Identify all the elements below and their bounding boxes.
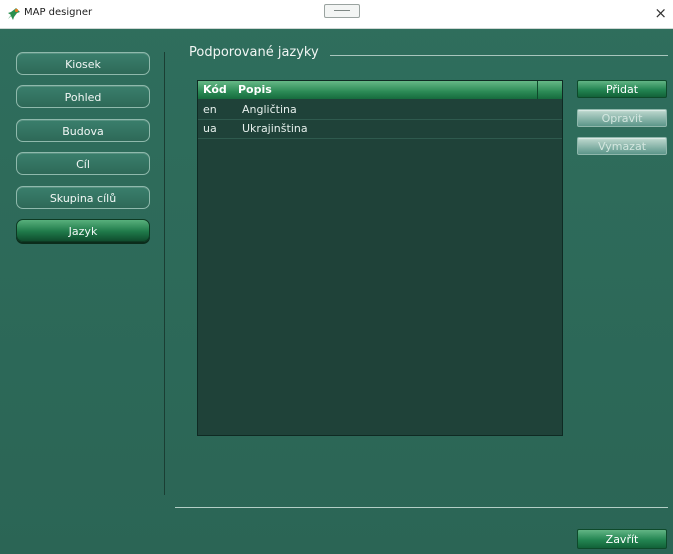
edit-button[interactable]: Opravit — [577, 109, 667, 127]
section-rule — [330, 55, 668, 56]
column-header-kod[interactable]: Kód — [203, 83, 227, 96]
close-button[interactable]: Zavřít — [577, 529, 667, 549]
column-header-popis[interactable]: Popis — [238, 83, 272, 96]
nav-budova-button[interactable]: Budova — [16, 119, 150, 142]
table-header: Kód Popis — [198, 81, 562, 99]
window-close-button[interactable]: × — [654, 3, 667, 23]
nav-jazyk-button[interactable]: Jazyk — [16, 219, 150, 242]
column-separator[interactable] — [537, 81, 538, 99]
add-button[interactable]: Přidat — [577, 80, 667, 98]
cell-popis: Ukrajinština — [242, 122, 308, 135]
window-grip-handle[interactable] — [324, 4, 360, 18]
languages-table[interactable]: Kód Popis en Angličtina ua Ukrajinština — [197, 80, 563, 436]
cell-kod: ua — [203, 122, 217, 135]
vertical-divider — [164, 52, 165, 495]
delete-button[interactable]: Vymazat — [577, 137, 667, 155]
nav-pohled-button[interactable]: Pohled — [16, 85, 150, 108]
nav-cil-button[interactable]: Cíl — [16, 152, 150, 175]
section-title: Podporované jazyky — [189, 45, 319, 60]
table-row[interactable]: en Angličtina — [198, 101, 562, 120]
pin-icon — [8, 8, 20, 20]
nav-kiosek-button[interactable]: Kiosek — [16, 52, 150, 75]
window-title: MAP designer — [24, 7, 93, 18]
cell-kod: en — [203, 103, 217, 116]
cell-popis: Angličtina — [242, 103, 297, 116]
table-row[interactable]: ua Ukrajinština — [198, 120, 562, 139]
footer-divider — [175, 507, 668, 508]
nav-skupina-cilu-button[interactable]: Skupina cílů — [16, 186, 150, 209]
title-bar: MAP designer × — [0, 0, 673, 29]
